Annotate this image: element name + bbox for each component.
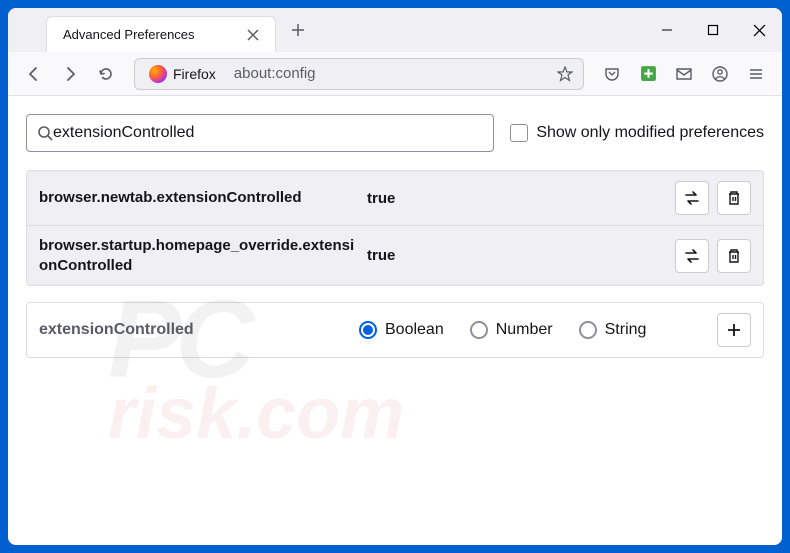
radio-number[interactable]: Number: [470, 321, 553, 339]
radio-icon: [359, 321, 377, 339]
delete-button[interactable]: [717, 239, 751, 273]
radio-icon: [470, 321, 488, 339]
reload-button[interactable]: [90, 58, 122, 90]
checkbox-icon[interactable]: [510, 124, 528, 142]
show-only-modified[interactable]: Show only modified preferences: [510, 124, 764, 142]
pref-name: browser.newtab.extensionControlled: [39, 188, 359, 208]
browser-window: Advanced Preferences Firefox about:confi…: [8, 8, 782, 545]
search-box[interactable]: [26, 114, 494, 152]
bookmark-star-icon[interactable]: [551, 60, 579, 88]
mail-icon[interactable]: [668, 58, 700, 90]
url-bar[interactable]: Firefox about:config: [134, 58, 584, 90]
pref-value: true: [359, 190, 675, 207]
window-controls: [644, 8, 782, 52]
show-only-label: Show only modified preferences: [536, 124, 764, 142]
tab-title: Advanced Preferences: [63, 27, 243, 42]
radio-boolean[interactable]: Boolean: [359, 321, 444, 339]
search-icon: [37, 125, 53, 141]
preference-row: browser.newtab.extensionControlled true: [27, 171, 763, 225]
page-content: PC risk.com Show only modified preferenc…: [8, 96, 782, 545]
browser-tab[interactable]: Advanced Preferences: [46, 16, 276, 52]
maximize-button[interactable]: [690, 8, 736, 52]
toggle-button[interactable]: [675, 181, 709, 215]
titlebar: Advanced Preferences: [8, 8, 782, 52]
pref-actions: [675, 181, 751, 215]
minimize-button[interactable]: [644, 8, 690, 52]
url-text: about:config: [226, 65, 551, 82]
account-icon[interactable]: [704, 58, 736, 90]
pocket-icon[interactable]: [596, 58, 628, 90]
back-button[interactable]: [18, 58, 50, 90]
radio-icon: [579, 321, 597, 339]
firefox-icon: [149, 65, 167, 83]
preference-list: browser.newtab.extensionControlled true …: [26, 170, 764, 286]
search-input[interactable]: [53, 124, 483, 142]
new-tab-button[interactable]: [284, 16, 312, 44]
add-button[interactable]: [717, 313, 751, 347]
type-radio-group: Boolean Number String: [359, 321, 697, 339]
close-tab-icon[interactable]: [243, 25, 263, 45]
preference-row: browser.startup.homepage_override.extens…: [27, 225, 763, 285]
identity-label: Firefox: [173, 66, 216, 82]
pref-value: true: [359, 247, 675, 264]
toggle-button[interactable]: [675, 239, 709, 273]
extension-icon[interactable]: [632, 58, 664, 90]
new-pref-name: extensionControlled: [39, 321, 339, 339]
nav-toolbar: Firefox about:config: [8, 52, 782, 96]
new-preference-row: extensionControlled Boolean Number Strin…: [26, 302, 764, 358]
menu-icon[interactable]: [740, 58, 772, 90]
close-button[interactable]: [736, 8, 782, 52]
pref-name: browser.startup.homepage_override.extens…: [39, 236, 359, 275]
forward-button[interactable]: [54, 58, 86, 90]
delete-button[interactable]: [717, 181, 751, 215]
search-row: Show only modified preferences: [26, 114, 764, 152]
pref-actions: [675, 239, 751, 273]
radio-string[interactable]: String: [579, 321, 647, 339]
identity-chip[interactable]: Firefox: [139, 63, 226, 85]
